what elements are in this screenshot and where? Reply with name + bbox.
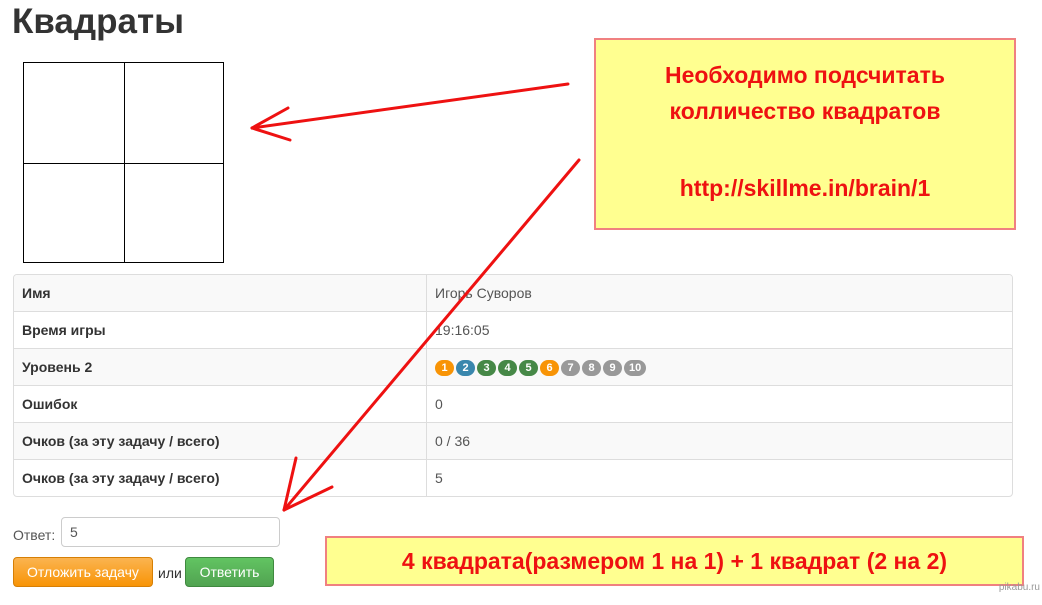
table-row: Очков (за эту задачу / всего) 0 / 36 [14, 422, 1012, 459]
note-line: Необходимо подсчитать [664, 62, 946, 88]
note-line: колличество квадратов [669, 98, 941, 124]
game-info-table: Имя Игорь Суворов Время игры 19:16:05 Ур… [13, 274, 1013, 497]
postpone-button[interactable]: Отложить задачу [13, 557, 153, 587]
answer-label: Ответ: [13, 527, 56, 543]
row-label: Ошибок [14, 385, 427, 422]
note-link: http://skillme.in/brain/1 [679, 175, 931, 201]
table-row: Уровень 2 1 2 3 4 5 6 7 8 9 10 [14, 348, 1012, 385]
arrow-to-figure [250, 82, 570, 142]
row-label: Имя [14, 275, 427, 311]
level-badge[interactable]: 6 [540, 360, 559, 376]
level-badge[interactable]: 1 [435, 360, 454, 376]
level-badge[interactable]: 7 [561, 360, 580, 376]
row-label: Очков (за эту задачу / всего) [14, 422, 427, 459]
row-label: Время игры [14, 311, 427, 348]
player-name: Игорь Суворов [427, 275, 1012, 311]
answer-button[interactable]: Ответить [185, 557, 274, 587]
squares-figure [23, 62, 224, 263]
errors-count: 0 [427, 385, 1012, 422]
annotation-solution: 4 квадрата(размером 1 на 1) + 1 квадрат … [325, 536, 1024, 586]
game-time: 19:16:05 [427, 311, 1012, 348]
table-row: Ошибок 0 [14, 385, 1012, 422]
level-badge[interactable]: 5 [519, 360, 538, 376]
table-row: Очков (за эту задачу / всего) 5 [14, 459, 1012, 496]
table-row: Время игры 19:16:05 [14, 311, 1012, 348]
level-badge[interactable]: 4 [498, 360, 517, 376]
table-row: Имя Игорь Суворов [14, 275, 1012, 311]
level-badge[interactable]: 10 [624, 360, 647, 376]
row-label: Уровень 2 [14, 348, 427, 385]
row-label: Очков (за эту задачу / всего) [14, 459, 427, 496]
level-badge[interactable]: 9 [603, 360, 622, 376]
page-title: Квадраты [12, 2, 184, 41]
score-value: 0 / 36 [427, 422, 1012, 459]
level-badges: 1 2 3 4 5 6 7 8 9 10 [427, 348, 1012, 385]
level-badge[interactable]: 3 [477, 360, 496, 376]
figure-horizontal-line [24, 163, 223, 164]
level-badge[interactable]: 8 [582, 360, 601, 376]
answer-input[interactable] [61, 517, 280, 547]
or-text: или [158, 565, 182, 581]
level-badge[interactable]: 2 [456, 360, 475, 376]
watermark: pikabu.ru [998, 582, 1040, 593]
score-value: 5 [427, 459, 1012, 496]
annotation-note: Необходимо подсчитать колличество квадра… [594, 38, 1016, 230]
